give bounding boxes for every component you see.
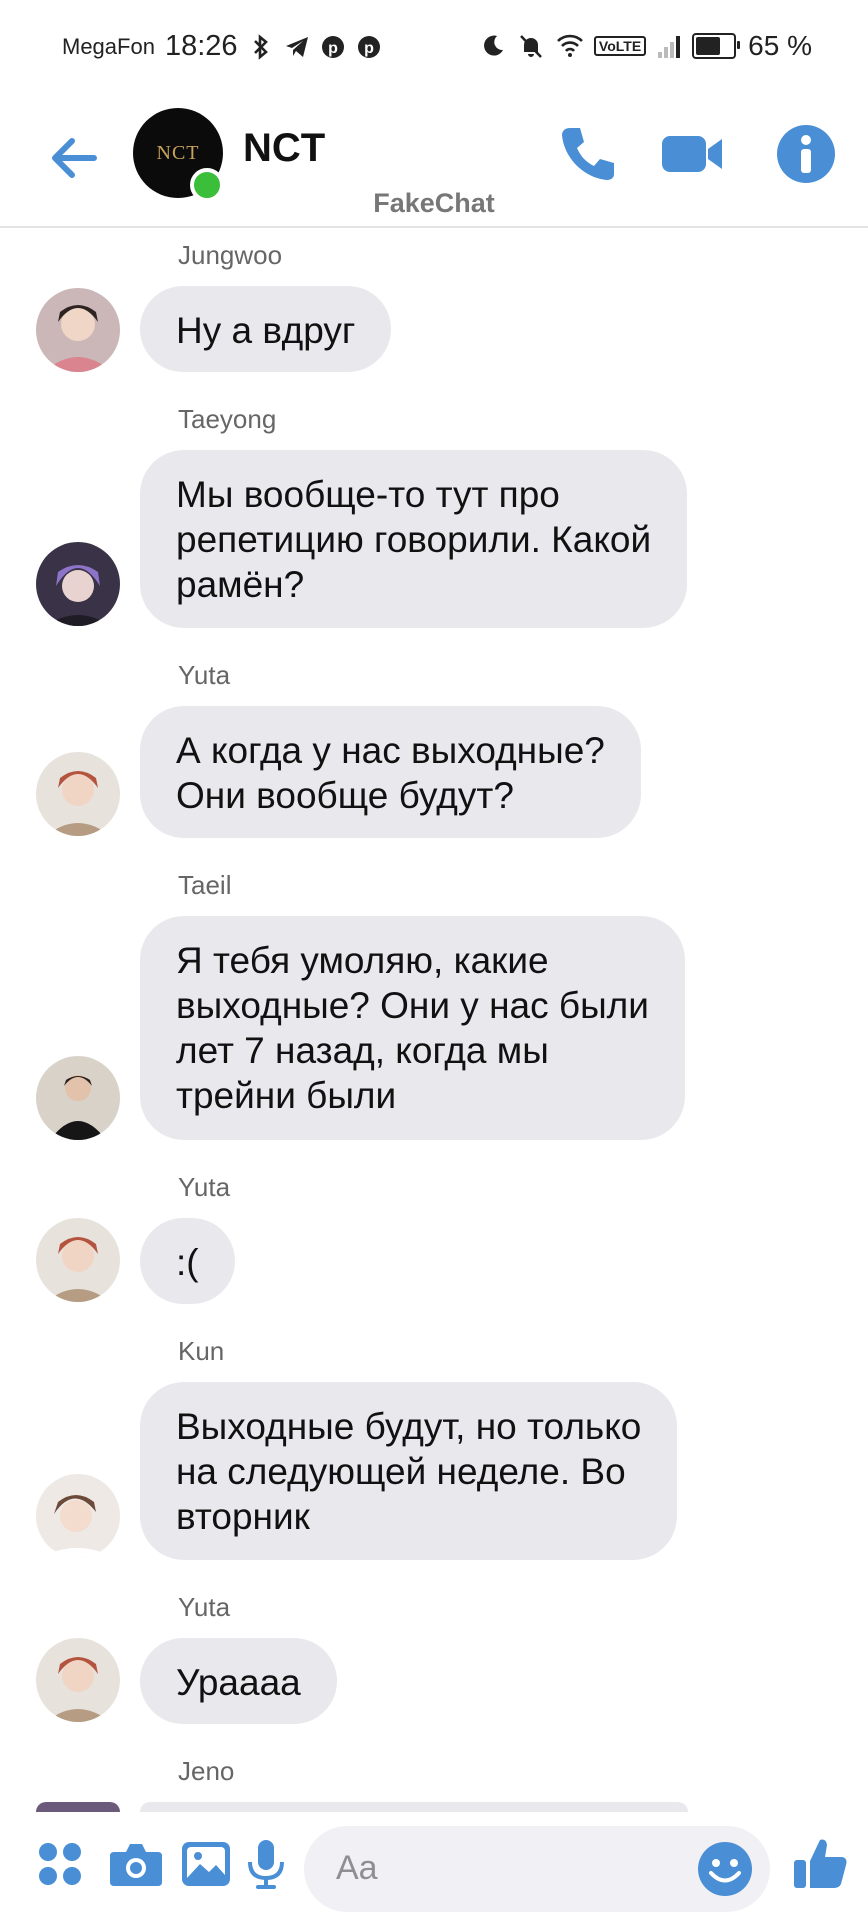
gallery-button[interactable] (176, 1834, 236, 1894)
message-bubble[interactable]: :( (140, 1218, 235, 1304)
sender-name: Taeyong (178, 404, 277, 434)
message-bubble[interactable]: Мы вообще-то тут про репетицию говорили.… (140, 450, 688, 628)
emoji-button[interactable] (696, 1840, 754, 1898)
telegram-icon (284, 34, 310, 60)
message-bubble[interactable]: Я тебя умоляю, какие выходные? Они у нас… (140, 916, 685, 1140)
video-call-button[interactable] (660, 122, 724, 186)
avatar[interactable] (36, 288, 120, 372)
sender-name: Yuta (178, 1172, 231, 1202)
avatar[interactable] (36, 752, 120, 836)
watermark: FakeChat (373, 188, 495, 218)
signal-icon (658, 34, 681, 58)
avatar[interactable] (36, 1056, 120, 1140)
message-bubble[interactable]: Ну а вдруг (140, 286, 392, 372)
emoji-icon (698, 1842, 752, 1896)
volte-badge: VoLTE (593, 36, 647, 56)
carrier-name: MegaFon (62, 33, 155, 59)
avatar[interactable] (36, 1474, 120, 1558)
like-button[interactable] (790, 1834, 850, 1894)
avatar[interactable] (36, 1638, 120, 1722)
microphone-button[interactable] (236, 1834, 296, 1894)
message-bubble[interactable]: А когда у нас выходные? Они вообще будут… (140, 706, 641, 838)
pinterest-icon: p (320, 34, 346, 60)
phone-icon (562, 128, 614, 180)
message-bubble[interactable]: Ураааа (140, 1638, 337, 1724)
message-bubble[interactable]: Выходные будут, но только на следующей н… (140, 1382, 678, 1560)
sender-name: Taeil (178, 870, 232, 900)
status-bar-right: VoLTE 65 % (480, 30, 812, 62)
battery-fill (696, 37, 720, 55)
sender-name: Kun (178, 1336, 225, 1366)
message-input-wrapper (304, 1826, 770, 1912)
wifi-icon (556, 33, 583, 59)
camera-icon (110, 1844, 162, 1886)
sender-name: Jeno (178, 1756, 235, 1786)
composer-bar (0, 1812, 868, 1920)
info-icon (777, 125, 835, 183)
sender-name: Yuta (178, 1592, 231, 1622)
pinterest-icon: p (356, 34, 382, 60)
battery-icon (692, 33, 741, 59)
status-bar-left: MegaFon 18:26 p p (62, 30, 382, 63)
chat-title[interactable]: NCT (243, 126, 325, 171)
thumbs-up-icon (794, 1839, 847, 1888)
clock: 18:26 (164, 30, 238, 62)
video-camera-icon (662, 136, 722, 172)
avatar[interactable] (36, 1218, 120, 1302)
bluetooth-icon (248, 33, 274, 60)
avatar[interactable] (36, 1802, 120, 1812)
message-input[interactable] (334, 1848, 678, 1889)
back-button[interactable] (46, 128, 106, 188)
message-bubble[interactable] (140, 1802, 688, 1812)
camera-button[interactable] (106, 1834, 166, 1894)
sender-name: Yuta (178, 660, 231, 690)
image-icon (182, 1842, 230, 1886)
avatar[interactable] (36, 542, 120, 626)
sender-name: Jungwoo (178, 240, 283, 270)
microphone-icon (248, 1840, 284, 1889)
svg-text:p: p (328, 40, 338, 57)
battery-percent: 65 % (748, 30, 812, 61)
arrow-left-icon (52, 138, 97, 178)
svg-text:p: p (364, 40, 374, 57)
moon-icon (480, 33, 506, 59)
group-logo: NCT (156, 141, 200, 164)
apps-grid-icon (39, 1843, 81, 1885)
info-button[interactable] (774, 122, 838, 186)
apps-button[interactable] (30, 1834, 90, 1894)
bell-off-icon (518, 33, 544, 59)
call-button[interactable] (556, 122, 620, 186)
status-bar: MegaFon 18:26 p p VoLTE 65 % (0, 0, 868, 98)
